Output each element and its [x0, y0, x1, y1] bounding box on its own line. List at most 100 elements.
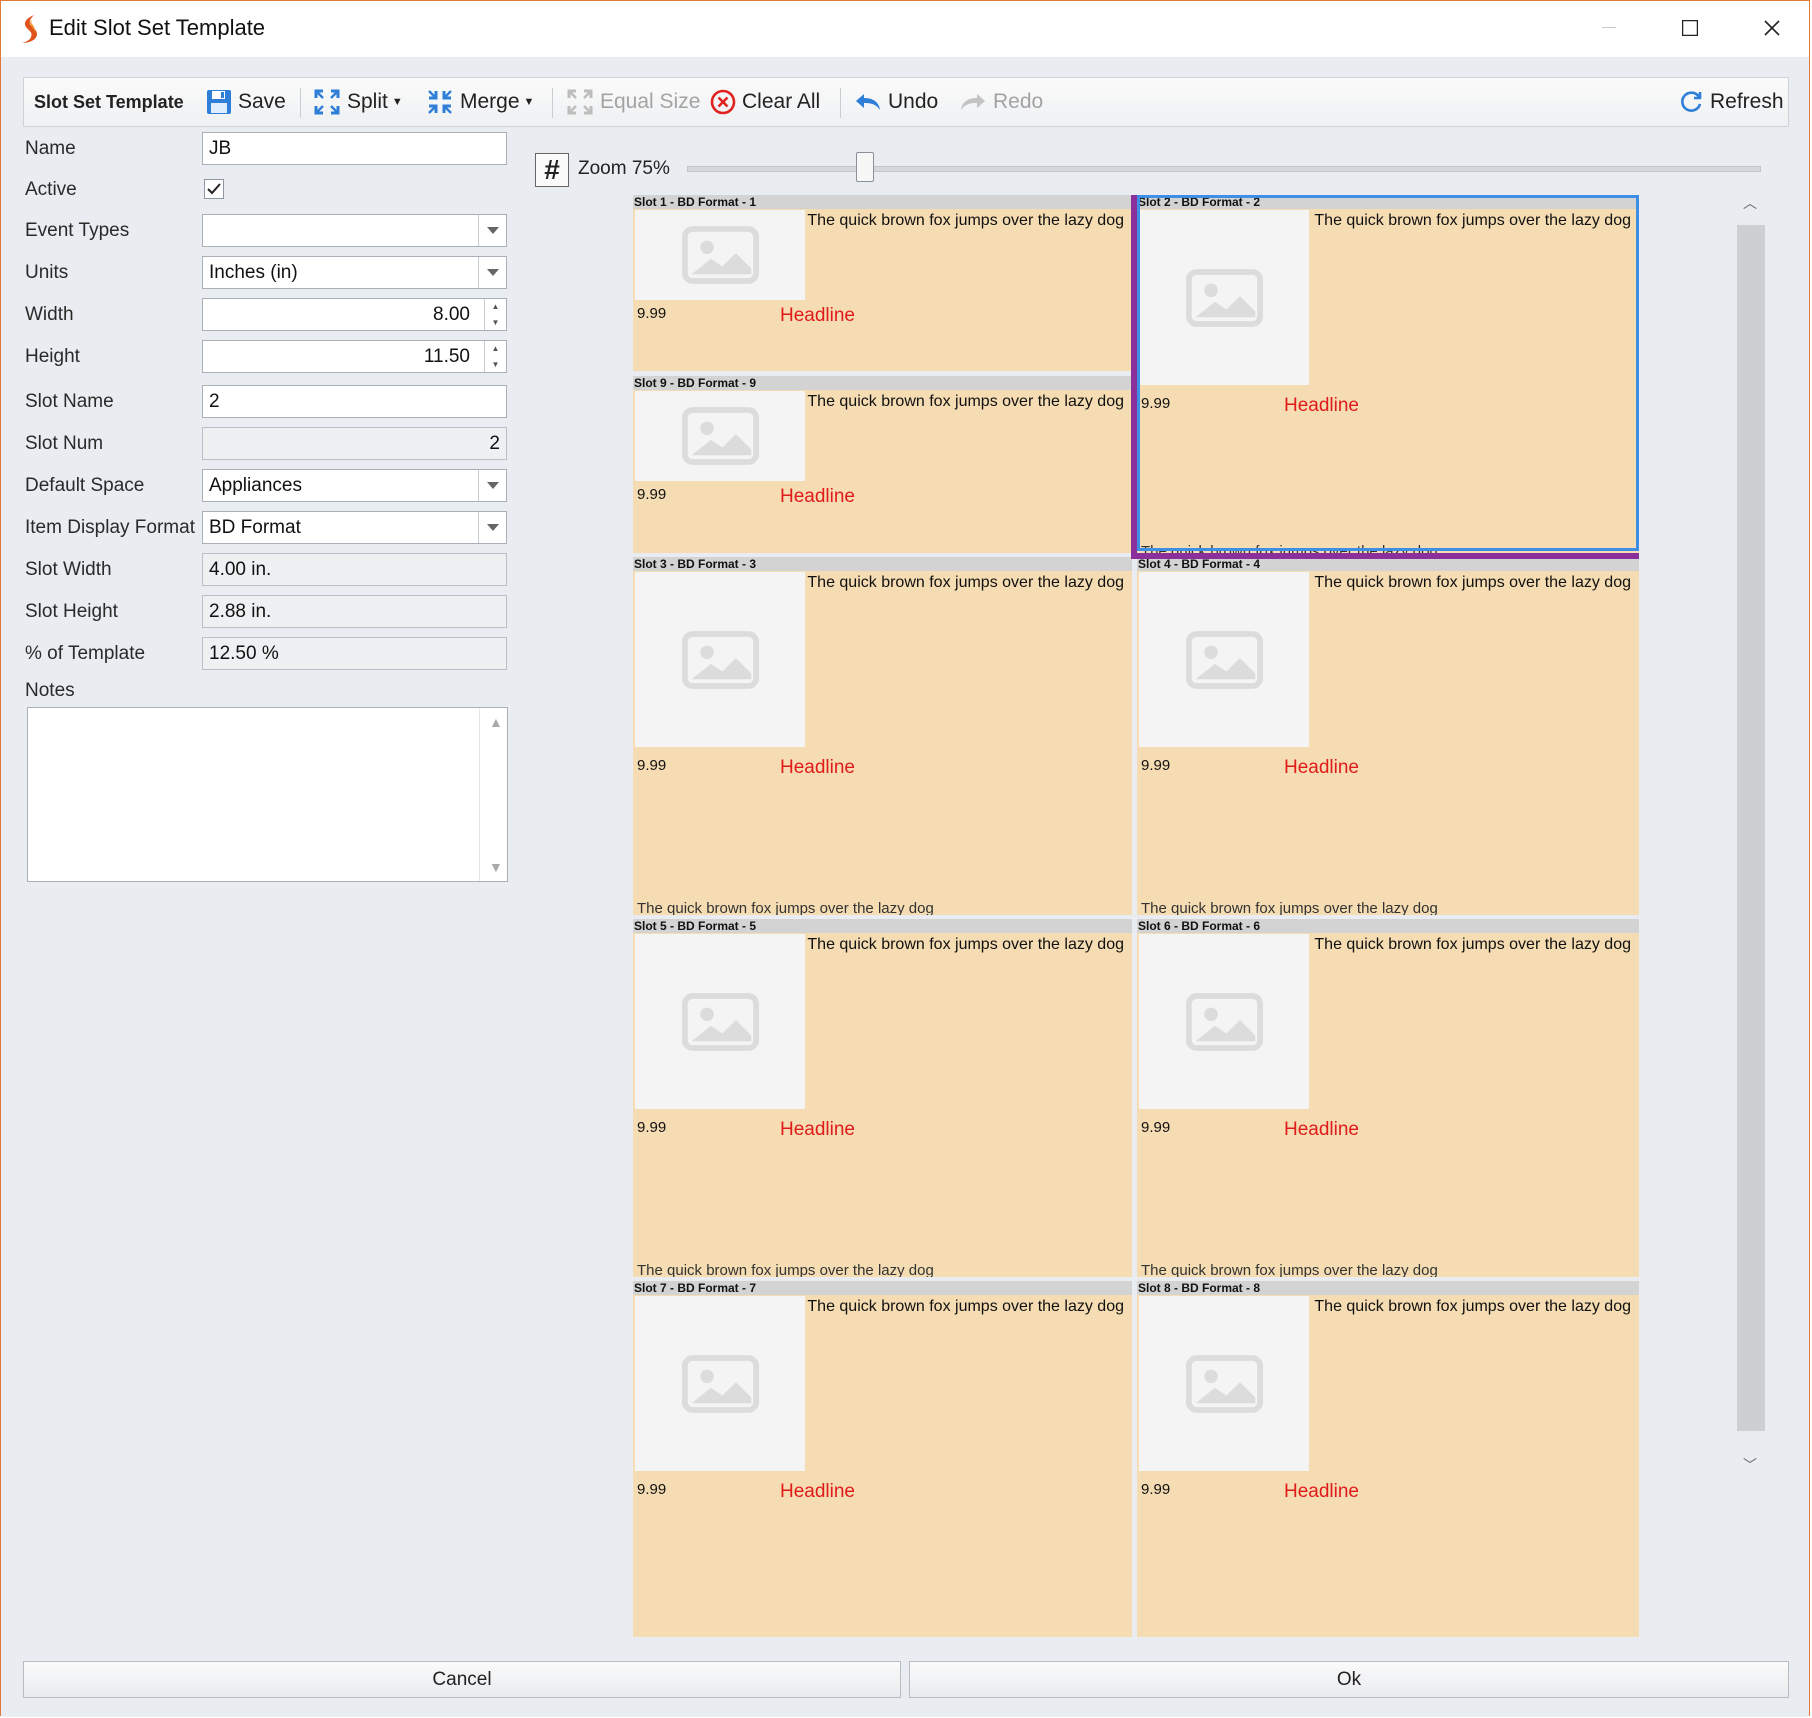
- spin-up-icon[interactable]: ▲: [485, 341, 506, 357]
- scroll-down-icon[interactable]: ﹀: [1743, 1455, 1757, 1475]
- slot-tile[interactable]: Slot 6 - BD Format - 6 The quick brown fo…: [1137, 919, 1639, 1277]
- equal-size-button[interactable]: Equal Size: [566, 78, 700, 126]
- redo-button[interactable]: Redo: [959, 78, 1043, 126]
- chevron-down-icon[interactable]: [478, 470, 506, 501]
- save-button[interactable]: Save: [206, 78, 286, 126]
- save-label: Save: [238, 90, 286, 113]
- width-value: 8.00: [433, 303, 470, 325]
- chevron-down-icon[interactable]: [478, 215, 506, 246]
- height-stepper[interactable]: 11.50 ▲ ▼: [202, 340, 507, 373]
- slot-description: The quick brown fox jumps over the lazy …: [807, 393, 1124, 410]
- name-input[interactable]: JB: [202, 132, 507, 165]
- default-space-value: Appliances: [209, 474, 302, 496]
- item-display-format-dropdown[interactable]: BD Format: [202, 511, 507, 544]
- slot-tile[interactable]: Slot 3 - BD Format - 3 The quick brown fo…: [633, 557, 1132, 915]
- toolbar-section-title: Slot Set Template: [34, 78, 184, 126]
- refresh-button[interactable]: Refresh: [1678, 78, 1784, 126]
- slot-price: 9.99: [1141, 1119, 1171, 1136]
- scroll-up-icon[interactable]: ▲: [489, 714, 503, 730]
- slot-tile[interactable]: Slot 5 - BD Format - 5 The quick brown fo…: [633, 919, 1132, 1277]
- minimize-icon: [1602, 27, 1616, 28]
- spin-down-icon[interactable]: ▼: [485, 357, 506, 373]
- active-checkbox[interactable]: [204, 179, 224, 199]
- spin-up-icon[interactable]: ▲: [485, 299, 506, 315]
- slot-tile[interactable]: Slot 2 - BD Format - 2 The quick brown fo…: [1137, 195, 1639, 557]
- maximize-button[interactable]: [1659, 7, 1721, 49]
- image-placeholder-icon: [1139, 1296, 1309, 1471]
- chevron-down-icon[interactable]: [478, 257, 506, 288]
- scrollbar-thumb[interactable]: [1737, 225, 1765, 1431]
- item-display-format-label: Item Display Format: [25, 517, 195, 538]
- toolbar: Slot Set Template Save Split ▼ Merge ▼ E…: [23, 77, 1789, 127]
- chevron-down-icon[interactable]: [478, 512, 506, 543]
- chevron-down-icon: ▼: [523, 96, 535, 108]
- pct-template-field: 12.50 %: [202, 637, 507, 670]
- slot-tile[interactable]: Slot 1 - BD Format - 1 The quick brown fo…: [633, 195, 1132, 371]
- checkmark-icon: [207, 183, 221, 195]
- slot-name-input[interactable]: 2: [202, 385, 507, 418]
- slot-header: Slot 6 - BD Format - 6: [1137, 919, 1639, 933]
- units-dropdown[interactable]: Inches (in): [202, 256, 507, 289]
- merge-highlight-line: [1131, 553, 1639, 559]
- width-stepper[interactable]: 8.00 ▲ ▼: [202, 298, 507, 331]
- name-label: Name: [25, 138, 76, 159]
- redo-label: Redo: [993, 90, 1044, 113]
- canvas-scrollbar[interactable]: ︿ ﹀: [1734, 191, 1768, 1477]
- equal-size-icon: [566, 88, 594, 116]
- scroll-up-icon[interactable]: ︿: [1743, 193, 1757, 213]
- width-spin-buttons[interactable]: ▲ ▼: [484, 299, 506, 330]
- width-label: Width: [25, 304, 74, 325]
- slot-header: Slot 3 - BD Format - 3: [633, 557, 1132, 571]
- merge-arrows-icon: [426, 88, 454, 116]
- slot-headline: Headline: [780, 1481, 855, 1502]
- default-space-label: Default Space: [25, 475, 145, 496]
- image-placeholder-icon: [635, 572, 805, 747]
- event-types-dropdown[interactable]: [202, 214, 507, 247]
- notes-textarea[interactable]: ▲ ▼: [27, 707, 508, 882]
- slot-height-label: Slot Height: [25, 601, 118, 622]
- spin-down-icon[interactable]: ▼: [485, 315, 506, 331]
- grid-toggle-button[interactable]: #: [535, 153, 569, 187]
- undo-arrow-icon: [854, 91, 882, 113]
- height-label: Height: [25, 346, 80, 367]
- ok-label: Ok: [1336, 1668, 1362, 1690]
- slot-header: Slot 1 - BD Format - 1: [633, 195, 1132, 209]
- cancel-button[interactable]: Cancel: [23, 1661, 901, 1698]
- image-placeholder-icon: [1139, 572, 1309, 747]
- notes-scrollbar[interactable]: ▲ ▼: [479, 708, 507, 881]
- height-spin-buttons[interactable]: ▲ ▼: [484, 341, 506, 372]
- clear-all-button[interactable]: Clear All: [710, 78, 820, 126]
- zoom-label: Zoom 75%: [578, 158, 670, 179]
- split-button[interactable]: Split ▼: [313, 78, 403, 126]
- image-placeholder-icon: [635, 1296, 805, 1471]
- merge-button[interactable]: Merge ▼: [426, 78, 534, 126]
- zoom-slider-track[interactable]: [687, 166, 1761, 172]
- slot-header: Slot 8 - BD Format - 8: [1137, 1281, 1639, 1295]
- close-button[interactable]: [1741, 7, 1803, 49]
- units-value: Inches (in): [209, 261, 298, 283]
- slot-description: The quick brown fox jumps over the lazy …: [1314, 574, 1631, 591]
- image-placeholder-icon: [1139, 934, 1309, 1109]
- slot-footer-text: The quick brown fox jumps over the lazy …: [637, 900, 934, 915]
- maximize-icon: [1682, 20, 1698, 36]
- merge-highlight-line: [1131, 195, 1137, 557]
- slot-tile[interactable]: Slot 8 - BD Format - 8 The quick brown fo…: [1137, 1281, 1639, 1637]
- minimize-button[interactable]: [1578, 7, 1640, 49]
- slot-headline: Headline: [1284, 1119, 1359, 1140]
- image-placeholder-icon: [635, 210, 805, 300]
- image-placeholder-icon: [635, 934, 805, 1109]
- scroll-down-icon[interactable]: ▼: [489, 859, 503, 875]
- slot-headline: Headline: [1284, 395, 1359, 416]
- slot-price: 9.99: [1141, 395, 1171, 412]
- slot-tile[interactable]: Slot 9 - BD Format - 9 The quick brown fo…: [633, 376, 1132, 553]
- slot-description: The quick brown fox jumps over the lazy …: [807, 212, 1124, 229]
- zoom-slider-thumb[interactable]: [856, 152, 874, 182]
- slot-tile[interactable]: Slot 7 - BD Format - 7 The quick brown fo…: [633, 1281, 1132, 1637]
- slot-tile[interactable]: Slot 4 - BD Format - 4 The quick brown fo…: [1137, 557, 1639, 915]
- clear-circle-x-icon: [710, 89, 736, 115]
- ok-button[interactable]: Ok: [909, 1661, 1789, 1698]
- undo-button[interactable]: Undo: [854, 78, 938, 126]
- slot-width-value: 4.00 in.: [209, 558, 272, 580]
- default-space-dropdown[interactable]: Appliances: [202, 469, 507, 502]
- app-logo-icon: [22, 15, 37, 43]
